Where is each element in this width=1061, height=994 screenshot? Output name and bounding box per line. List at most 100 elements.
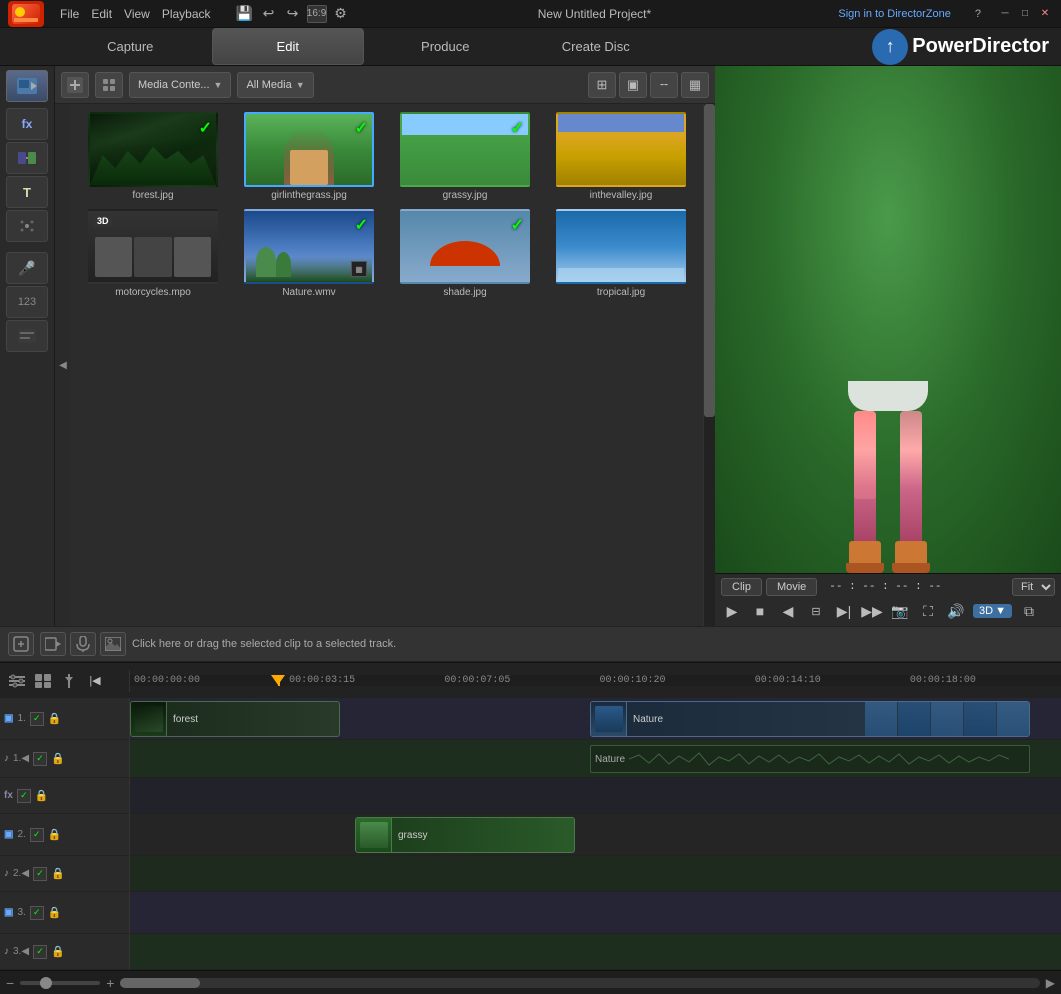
3d-mode-button[interactable]: 3D ▼ bbox=[973, 604, 1012, 618]
view-option2-btn[interactable]: ╌ bbox=[650, 72, 678, 98]
media-thumb[interactable]: ✓ bbox=[88, 112, 218, 187]
signin-link[interactable]: Sign in to DirectorZone bbox=[838, 8, 951, 20]
plugin-btn[interactable] bbox=[95, 72, 123, 98]
scroll-right-btn[interactable]: ▶ bbox=[1046, 976, 1055, 990]
media-thumb[interactable] bbox=[556, 209, 686, 284]
clip-options-btn[interactable] bbox=[8, 632, 34, 656]
track-row-v3[interactable] bbox=[130, 892, 1061, 934]
list-item[interactable]: ✓ grassy.jpg bbox=[391, 112, 539, 201]
add-media-btn[interactable] bbox=[61, 72, 89, 98]
list-item[interactable]: ✓ ▦ Nature.wmv bbox=[235, 209, 383, 298]
track-clip-nature[interactable]: Nature bbox=[590, 701, 1030, 737]
tab-create-disc[interactable]: Create Disc bbox=[521, 28, 672, 65]
scroll-thumb[interactable] bbox=[120, 978, 200, 988]
clip-mode-btn[interactable]: Clip bbox=[721, 578, 762, 596]
media-thumb[interactable]: ✓ bbox=[400, 112, 530, 187]
tracks-content[interactable]: forest Nature bbox=[130, 698, 1061, 970]
frame-next-button[interactable]: ▶| bbox=[833, 600, 855, 622]
step-back-button[interactable]: ◀ bbox=[777, 600, 799, 622]
media-thumb[interactable]: ✓ bbox=[244, 112, 374, 187]
sidebar-title-btn[interactable]: T bbox=[6, 176, 48, 208]
timeline-view-btn[interactable] bbox=[32, 670, 54, 692]
list-item[interactable]: 3D motorcycles.mpo bbox=[79, 209, 227, 298]
sidebar-subtitle-btn[interactable] bbox=[6, 320, 48, 352]
maximize-button[interactable]: □ bbox=[1017, 6, 1033, 22]
add-audio-clip-btn[interactable] bbox=[70, 632, 96, 656]
track-a3-check[interactable]: ✓ bbox=[33, 945, 47, 959]
close-button[interactable]: ✕ bbox=[1037, 6, 1053, 22]
track-fx-lock[interactable]: 🔒 bbox=[35, 789, 49, 802]
track-a1-check[interactable]: ✓ bbox=[33, 752, 47, 766]
content-dropdown[interactable]: Media Conte... ▼ bbox=[129, 72, 231, 98]
track-a2-check[interactable]: ✓ bbox=[33, 867, 47, 881]
redo-icon[interactable]: ↪ bbox=[283, 5, 303, 23]
track-clip-nature-audio[interactable]: Nature bbox=[590, 745, 1030, 773]
fullscreen-button[interactable]: ⛶ bbox=[917, 600, 939, 622]
track-v3-lock[interactable]: 🔒 bbox=[48, 906, 62, 919]
grid-view-btn[interactable]: ⊞ bbox=[588, 72, 616, 98]
track-v3-check[interactable]: ✓ bbox=[30, 906, 44, 920]
timeline-settings-btn[interactable] bbox=[6, 670, 28, 692]
track-v1-lock[interactable]: 🔒 bbox=[48, 712, 62, 725]
add-image-clip-btn[interactable] bbox=[100, 632, 126, 656]
track-fx-check[interactable]: ✓ bbox=[17, 789, 31, 803]
tab-capture[interactable]: Capture bbox=[55, 28, 206, 65]
help-icon[interactable]: ? bbox=[975, 8, 981, 20]
horizontal-scrollbar[interactable] bbox=[120, 978, 1039, 988]
menu-file[interactable]: File bbox=[60, 7, 79, 21]
timeline-ruler[interactable]: 00:00:00:00 00:00:03:15 00:00:07:05 00:0… bbox=[130, 675, 1061, 686]
timeline-mark-btn[interactable]: |◀ bbox=[84, 670, 106, 692]
sidebar-voice-btn[interactable]: 🎤 bbox=[6, 252, 48, 284]
fit-select[interactable]: Fit bbox=[1012, 578, 1055, 596]
external-monitor-button[interactable]: ⧉ bbox=[1018, 600, 1040, 622]
view-option3-btn[interactable]: ▦ bbox=[681, 72, 709, 98]
media-scrollbar[interactable] bbox=[703, 104, 715, 626]
track-a3-lock[interactable]: 🔒 bbox=[51, 945, 65, 958]
track-row-v2[interactable]: grassy bbox=[130, 814, 1061, 856]
track-row-a2[interactable] bbox=[130, 856, 1061, 892]
tab-produce[interactable]: Produce bbox=[370, 28, 521, 65]
zoom-thumb[interactable] bbox=[40, 977, 52, 989]
menu-playback[interactable]: Playback bbox=[162, 7, 211, 21]
sidebar-transitions-btn[interactable] bbox=[6, 142, 48, 174]
fast-forward-button[interactable]: ▶▶ bbox=[861, 600, 883, 622]
sidebar-fx-btn[interactable]: fx bbox=[6, 108, 48, 140]
list-item[interactable]: ✓ girlinthegrass.jpg bbox=[235, 112, 383, 201]
minimize-button[interactable]: ─ bbox=[997, 6, 1013, 22]
undo-icon[interactable]: ↩ bbox=[259, 5, 279, 23]
track-row-fx[interactable] bbox=[130, 778, 1061, 814]
add-video-clip-btn[interactable] bbox=[40, 632, 66, 656]
track-v2-lock[interactable]: 🔒 bbox=[48, 828, 62, 841]
tab-edit[interactable]: Edit bbox=[212, 28, 365, 65]
save-icon[interactable]: 💾 bbox=[235, 5, 255, 23]
snapshot-button[interactable]: 📷 bbox=[889, 600, 911, 622]
track-row-a3[interactable] bbox=[130, 934, 1061, 970]
media-thumb[interactable]: ✓ bbox=[400, 209, 530, 284]
movie-mode-btn[interactable]: Movie bbox=[766, 578, 817, 596]
track-row-a1[interactable]: Nature bbox=[130, 740, 1061, 778]
menu-view[interactable]: View bbox=[124, 7, 150, 21]
sidebar-particle-btn[interactable] bbox=[6, 210, 48, 242]
frame-prev-button[interactable]: ⊟ bbox=[805, 600, 827, 622]
track-row-v1[interactable]: forest Nature bbox=[130, 698, 1061, 740]
media-thumb[interactable]: 3D bbox=[88, 209, 218, 284]
list-item[interactable]: tropical.jpg bbox=[547, 209, 695, 298]
media-thumb[interactable]: ✓ ▦ bbox=[244, 209, 374, 284]
zoom-slider[interactable] bbox=[20, 981, 100, 985]
track-a1-lock[interactable]: 🔒 bbox=[51, 752, 65, 765]
list-item[interactable]: ✓ shade.jpg bbox=[391, 209, 539, 298]
track-v1-check[interactable]: ✓ bbox=[30, 712, 44, 726]
stop-button[interactable]: ■ bbox=[749, 600, 771, 622]
view-option1-btn[interactable]: ▣ bbox=[619, 72, 647, 98]
settings-icon[interactable]: ⚙ bbox=[331, 5, 351, 23]
zoom-out-btn[interactable]: − bbox=[6, 975, 14, 991]
track-v2-check[interactable]: ✓ bbox=[30, 828, 44, 842]
sidebar-media-btn[interactable] bbox=[6, 70, 48, 102]
track-clip-grassy[interactable]: grassy bbox=[355, 817, 575, 853]
media-thumb[interactable] bbox=[556, 112, 686, 187]
sidebar-chapter-btn[interactable]: 123 bbox=[6, 286, 48, 318]
prev-page-btn[interactable]: ◀ bbox=[55, 104, 71, 626]
list-item[interactable]: ✓ forest.jpg bbox=[79, 112, 227, 201]
zoom-in-btn[interactable]: + bbox=[106, 975, 114, 991]
track-clip-forest[interactable]: forest bbox=[130, 701, 340, 737]
